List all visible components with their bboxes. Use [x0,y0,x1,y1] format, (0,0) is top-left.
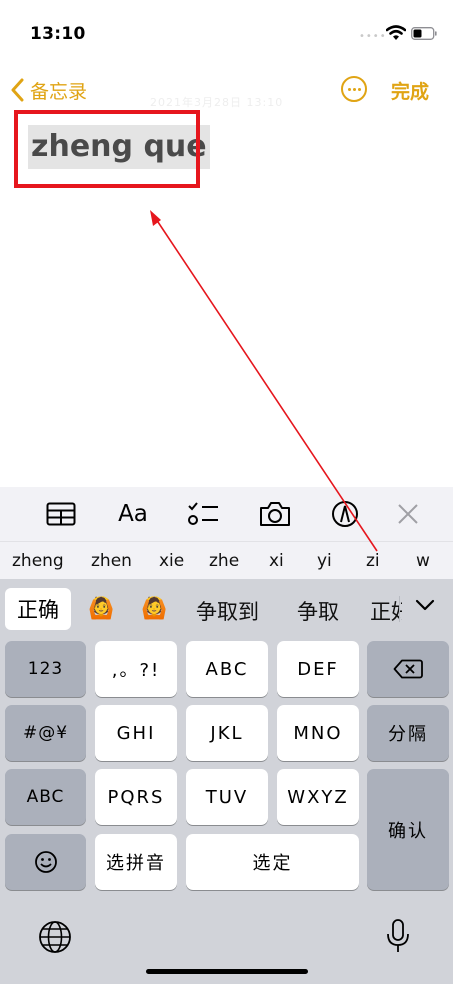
pinyin-suggestion-bar: zheng zhen xie zhe xi yi zi w [0,541,453,579]
candidate-emoji[interactable]: 🙆 [88,596,114,621]
wifi-icon [386,25,406,40]
annotation-highlight-box [14,110,200,188]
separator-key[interactable]: 分隔 [367,705,449,761]
emoji-icon[interactable] [5,834,86,890]
select-pinyin-key[interactable]: 选拼音 [95,834,177,890]
candidate-selected[interactable]: 正确 [5,588,71,630]
pinyin-suggestion[interactable]: zi [366,551,380,571]
ellipsis-circle-icon[interactable] [341,76,367,102]
pinyin-suggestion[interactable]: zheng [12,551,64,571]
back-label: 备忘录 [30,80,88,103]
markup-pen-icon[interactable] [328,499,362,529]
key-punctuation[interactable]: ,。?! [95,641,177,697]
format-text-icon[interactable]: Aa [116,499,150,529]
note-date-ghost: 2021年3月28日 13:10 [150,96,284,109]
candidate-bar: 正确 🙆 🙆 争取到 争取 正好 [0,579,453,637]
candidate-word[interactable]: 争取 [297,596,339,626]
checklist-icon[interactable] [186,499,220,529]
pinyin-suggestion[interactable]: w [416,551,430,571]
back-button[interactable]: 备忘录 [10,76,87,104]
key-wxyz[interactable]: WXYZ [277,769,359,825]
key-pqrs[interactable]: PQRS [95,769,177,825]
candidate-word[interactable]: 争取到 [196,596,259,626]
pinyin-suggestion[interactable]: zhen [91,551,132,571]
candidate-emoji[interactable]: 🙆 [141,596,167,621]
pinyin-suggestion[interactable]: yi [317,551,332,571]
candidate-word-clip: 正好 [370,596,402,626]
key-123[interactable]: 123 [5,641,86,697]
pinyin-suggestion[interactable]: xie [159,551,184,571]
signal-icon: •••• [359,31,387,42]
pinyin-suggestion[interactable]: zhe [209,551,239,571]
select-key[interactable]: 选定 [186,834,359,890]
key-def[interactable]: DEF [277,641,359,697]
chevron-down-icon[interactable] [414,597,440,619]
chevron-left-icon [11,78,24,102]
close-icon[interactable] [391,499,425,529]
key-abc-switch[interactable]: ABC [5,769,86,825]
camera-icon[interactable] [258,499,292,529]
key-tuv[interactable]: TUV [186,769,268,825]
confirm-key[interactable]: 确认 [367,769,449,890]
key-symbols[interactable]: #@¥ [5,705,86,761]
table-icon[interactable] [44,499,78,529]
candidate-divider [399,596,400,622]
note-toolbar: Aa [0,487,453,541]
key-abc[interactable]: ABC [186,641,268,697]
status-time: 13:10 [30,24,86,44]
key-mno[interactable]: MNO [277,705,359,761]
battery-icon [411,27,437,40]
pinyin-suggestion[interactable]: xi [269,551,284,571]
done-button[interactable]: 完成 [391,77,429,104]
globe-icon[interactable] [38,920,72,954]
candidate-word[interactable]: 正好 [370,596,402,626]
key-jkl[interactable]: JKL [186,705,268,761]
microphone-icon[interactable] [385,918,411,954]
key-ghi[interactable]: GHI [95,705,177,761]
home-indicator[interactable] [146,969,308,974]
backspace-icon[interactable] [367,641,449,697]
